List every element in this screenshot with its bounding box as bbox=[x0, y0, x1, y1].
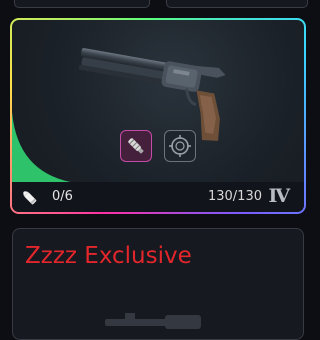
tier-badge: Ⅳ bbox=[268, 185, 290, 207]
suppressor-icon bbox=[128, 138, 144, 154]
bullet-icon bbox=[23, 191, 37, 205]
weapon-card[interactable]: 0/6 130/130 Ⅳ bbox=[10, 18, 306, 214]
weapon-card-footer: 0/6 130/130 Ⅳ bbox=[12, 182, 304, 212]
card-stub-right bbox=[166, 0, 308, 8]
scope-icon bbox=[169, 135, 191, 157]
exclusive-title: Zzzz Exclusive bbox=[25, 243, 192, 269]
card-stub-left bbox=[14, 0, 150, 8]
attachment-slot-scope[interactable] bbox=[164, 130, 196, 162]
ammo-count: 0/6 bbox=[52, 189, 73, 204]
revolver-image bbox=[78, 48, 226, 141]
weapon-silhouette bbox=[105, 313, 201, 329]
attachment-slot-suppressor[interactable] bbox=[120, 130, 152, 162]
durability-value: 130/130 bbox=[207, 189, 262, 204]
weapon-card-body: 0/6 130/130 Ⅳ bbox=[12, 20, 304, 212]
exclusive-card[interactable]: Zzzz Exclusive bbox=[12, 228, 304, 340]
